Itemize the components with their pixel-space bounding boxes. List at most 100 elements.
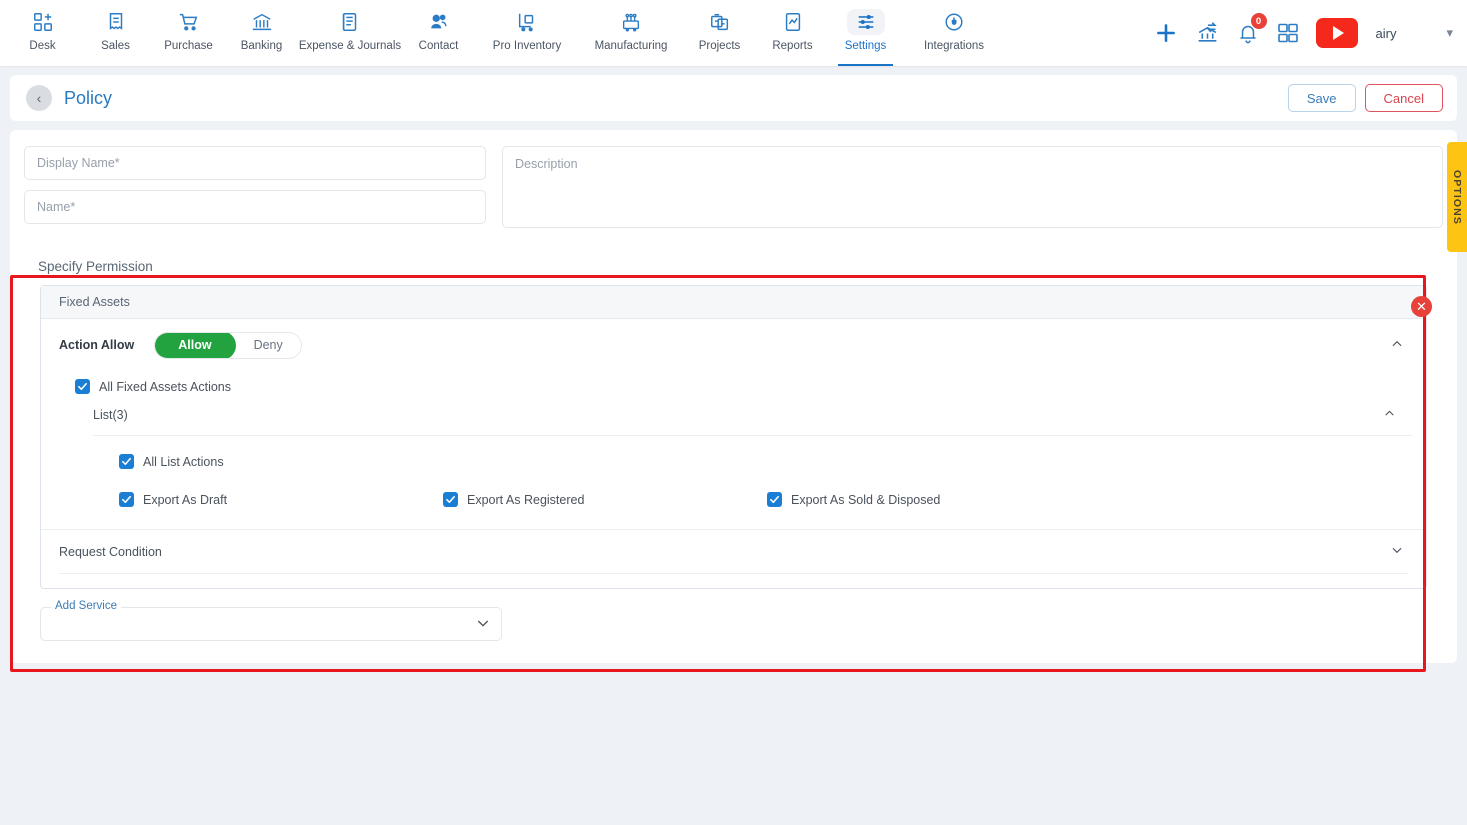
list-group-header[interactable]: List(3): [93, 394, 1412, 436]
add-service-dropdown[interactable]: Add Service: [40, 600, 502, 641]
display-name-input[interactable]: [24, 146, 486, 180]
export-as-sold-disposed-checkbox[interactable]: [767, 492, 782, 507]
permission-body: All Fixed Assets Actions List(3) All Lis…: [41, 371, 1426, 529]
specify-permission-heading: Specify Permission: [38, 259, 153, 274]
add-service-field: Add Service: [40, 600, 502, 641]
nav-item-contact[interactable]: Contact: [402, 0, 475, 66]
action-allow-label: Action Allow: [59, 338, 135, 352]
title-actions: Save Cancel: [1287, 84, 1443, 112]
nav-item-purchase[interactable]: Purchase: [152, 0, 225, 66]
export-as-draft-checkbox[interactable]: [119, 492, 134, 507]
close-icon[interactable]: ✕: [1411, 296, 1432, 317]
toggle-deny-option[interactable]: Deny: [236, 333, 301, 358]
manufacturing-icon: [620, 9, 642, 35]
all-fixed-assets-actions-label: All Fixed Assets Actions: [99, 379, 232, 394]
export-as-registered-label: Export As Registered: [467, 492, 585, 507]
export-actions-row: Export As Draft Export As Registered Exp…: [119, 492, 1412, 529]
chevron-down-icon-add-service[interactable]: [475, 615, 491, 634]
allow-deny-toggle[interactable]: Allow Deny: [154, 331, 302, 359]
nav-item-sales[interactable]: Sales: [79, 0, 152, 66]
nav-item-expense-journals[interactable]: Expense & Journals: [298, 0, 402, 66]
list-group-body: All List Actions Export As Draft Export …: [93, 436, 1412, 529]
nav-item-desk[interactable]: Desk: [6, 0, 79, 66]
nav-item-banking[interactable]: Banking: [225, 0, 298, 66]
chevron-down-icon-request-condition[interactable]: [1382, 539, 1412, 564]
export-as-sold-disposed-label: Export As Sold & Disposed: [791, 492, 941, 507]
export-as-registered-item[interactable]: Export As Registered: [443, 492, 767, 507]
nav-item-label: Purchase: [164, 40, 213, 52]
nav-item-label: Manufacturing: [594, 40, 668, 52]
permission-panel-title: Fixed Assets: [41, 286, 1426, 319]
nav-item-reports[interactable]: Reports: [756, 0, 829, 66]
all-fixed-assets-actions-checkbox[interactable]: [75, 379, 90, 394]
permission-panel-fixed-assets: Fixed Assets Action Allow Allow Deny All…: [40, 285, 1427, 589]
nav-item-pro-inventory[interactable]: Pro Inventory: [475, 0, 579, 66]
export-as-draft-item[interactable]: Export As Draft: [119, 492, 443, 507]
nav-item-label: Projects: [698, 40, 741, 52]
nav-item-manufacturing[interactable]: Manufacturing: [579, 0, 683, 66]
export-as-registered-checkbox[interactable]: [443, 492, 458, 507]
chevron-down-icon[interactable]: ▾: [1446, 25, 1453, 41]
all-list-actions-row[interactable]: All List Actions: [119, 454, 1412, 469]
main-content: Specify Permission Fixed Assets Action A…: [10, 130, 1457, 672]
nav-item-settings[interactable]: Settings: [829, 0, 902, 66]
form-row: [24, 146, 1443, 233]
nav-item-label: Expense & Journals: [298, 40, 402, 52]
page-title-bar: ‹ Policy Save Cancel: [10, 75, 1457, 121]
nav-item-projects[interactable]: Projects: [683, 0, 756, 66]
toggle-allow-option[interactable]: Allow: [155, 332, 236, 358]
grid-apps-icon[interactable]: [1276, 21, 1300, 45]
bank-icon: [251, 9, 273, 35]
action-allow-row: Action Allow Allow Deny: [41, 319, 1426, 371]
page-title: Policy: [64, 87, 113, 108]
policy-form-card: Specify Permission Fixed Assets Action A…: [10, 130, 1457, 672]
form-left-column: [24, 146, 486, 233]
cancel-button[interactable]: Cancel: [1364, 84, 1443, 112]
purchase-cart-icon: [178, 9, 200, 35]
bell-icon[interactable]: 0: [1236, 13, 1267, 45]
add-service-label: Add Service: [51, 600, 122, 612]
org-name: airy: [1375, 25, 1397, 41]
nav-item-label: Pro Inventory: [492, 40, 562, 52]
chevron-up-icon-list[interactable]: [1375, 403, 1404, 427]
chevron-up-icon-panel[interactable]: [1382, 333, 1412, 358]
reports-icon: [782, 9, 804, 35]
plus-icon[interactable]: [1153, 20, 1179, 46]
save-button[interactable]: Save: [1287, 84, 1356, 112]
description-textarea[interactable]: [502, 146, 1443, 228]
request-condition-label: Request Condition: [59, 544, 162, 559]
nav-item-label: Settings: [844, 40, 887, 52]
sales-icon: [105, 9, 127, 35]
nav-item-label: Contact: [418, 40, 459, 52]
list-group: List(3) All List Actions Export As Draft…: [93, 394, 1412, 529]
nav-item-label: Integrations: [923, 40, 985, 52]
options-side-tab[interactable]: OPTIONS: [1447, 142, 1467, 252]
bank-transfer-icon[interactable]: [1195, 21, 1220, 46]
chevron-left-icon[interactable]: ‹: [26, 85, 52, 111]
nav-item-label: Reports: [772, 40, 813, 52]
list-group-label: List(3): [93, 407, 128, 422]
notification-badge: 0: [1250, 13, 1267, 29]
request-condition-row[interactable]: Request Condition: [41, 529, 1426, 573]
header-actions: 0 airy ▾: [1153, 0, 1453, 66]
youtube-play-icon[interactable]: [1315, 18, 1358, 48]
export-as-draft-label: Export As Draft: [143, 492, 228, 507]
settings-sliders-icon: [846, 9, 885, 35]
form-right-column: [502, 146, 1443, 233]
desk-icon: [32, 9, 54, 35]
export-as-sold-disposed-item[interactable]: Export As Sold & Disposed: [767, 492, 940, 507]
nav-item-label: Sales: [101, 40, 130, 52]
journal-icon: [339, 9, 361, 35]
name-input[interactable]: [24, 190, 486, 224]
all-fixed-assets-actions-row[interactable]: All Fixed Assets Actions: [59, 371, 1412, 394]
contact-people-icon: [428, 9, 450, 35]
nav-item-integrations[interactable]: Integrations: [902, 0, 1006, 66]
projects-icon: [709, 9, 731, 35]
integrations-plug-icon: [943, 9, 965, 35]
nav-items: Desk Sales Purchase Banking Expense & Jo…: [0, 0, 1006, 66]
nav-item-label: Banking: [240, 40, 283, 52]
all-list-actions-checkbox[interactable]: [119, 454, 134, 469]
top-navigation-bar: Desk Sales Purchase Banking Expense & Jo…: [0, 0, 1467, 66]
options-side-tab-label: OPTIONS: [1451, 169, 1463, 225]
inventory-cart-icon: [516, 9, 538, 35]
